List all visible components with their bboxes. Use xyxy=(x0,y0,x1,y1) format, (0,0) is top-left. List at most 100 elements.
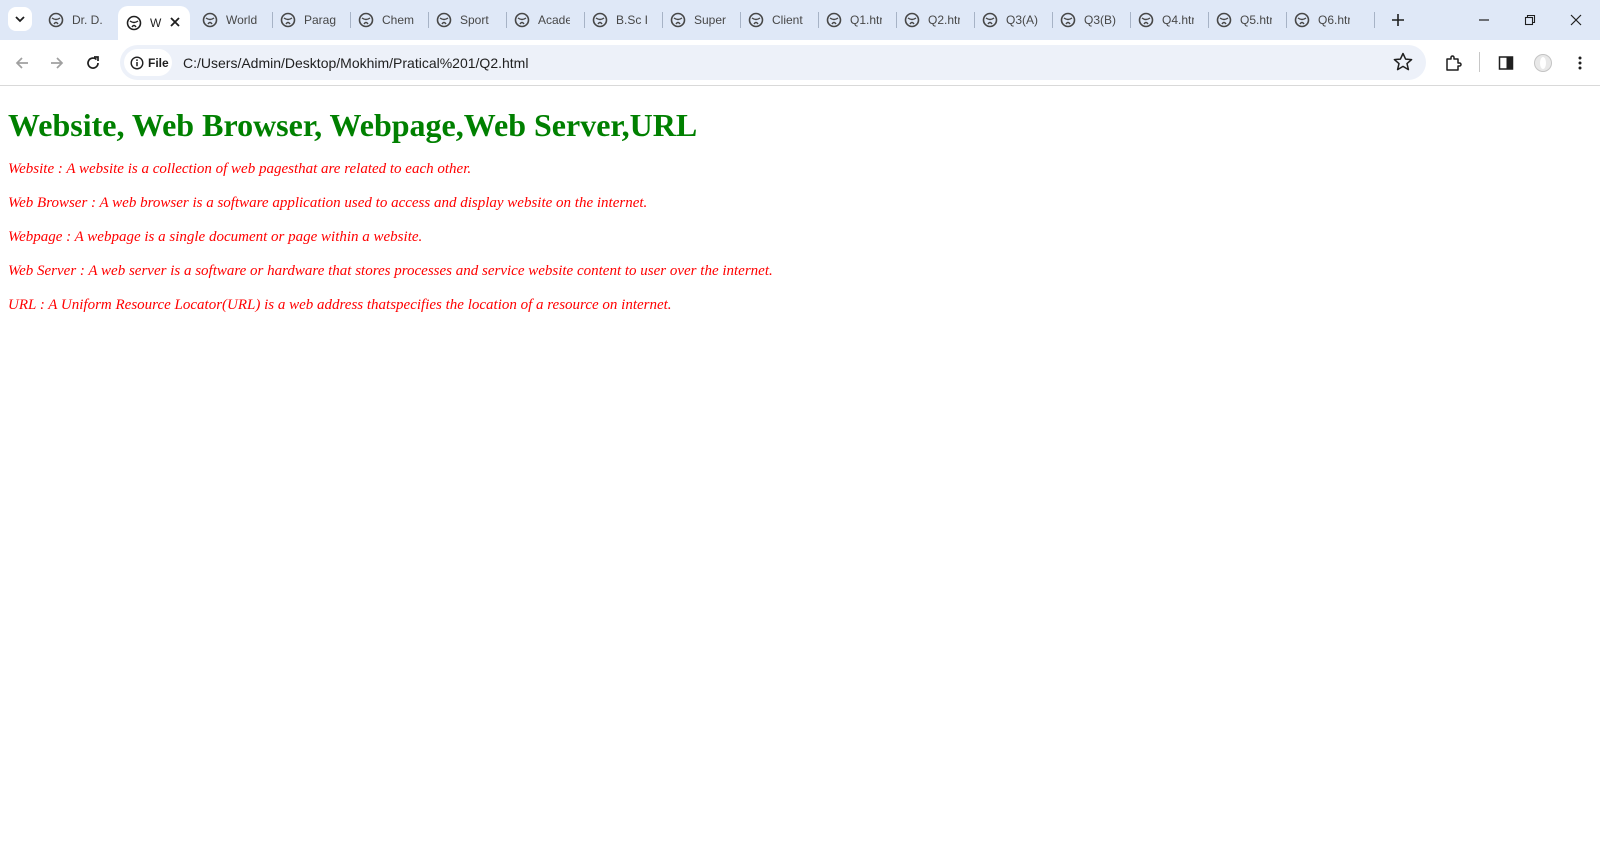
tab-title: B.Sc I xyxy=(616,13,648,27)
profile-button[interactable] xyxy=(1531,51,1555,75)
bookmark-star-icon[interactable] xyxy=(1392,51,1414,73)
tab-separator xyxy=(896,12,897,28)
tab-bsc[interactable]: B.Sc I xyxy=(586,8,658,32)
minimize-button[interactable] xyxy=(1472,8,1496,32)
definition-web-browser: Web Browser : A web browser is a softwar… xyxy=(8,195,648,211)
menu-button[interactable] xyxy=(1568,51,1592,75)
globe-icon xyxy=(280,12,296,28)
tab-separator xyxy=(662,12,663,28)
more-vertical-icon xyxy=(1578,56,1582,70)
tab-search-button[interactable] xyxy=(8,7,32,31)
side-panel-button[interactable] xyxy=(1494,51,1518,75)
minimize-icon xyxy=(1479,19,1489,21)
tab-world[interactable]: World xyxy=(196,8,268,32)
page-content: Website, Web Browser, Webpage,Web Server… xyxy=(8,86,1588,330)
tab-separator xyxy=(350,12,351,28)
toolbar-divider xyxy=(1479,52,1480,72)
reload-button[interactable] xyxy=(81,51,105,75)
tab-separator xyxy=(428,12,429,28)
globe-icon xyxy=(982,12,998,28)
tab-title: Client xyxy=(772,13,803,27)
globe-icon xyxy=(748,12,764,28)
globe-icon xyxy=(436,12,452,28)
tab-title: Q4.htr xyxy=(1162,13,1194,27)
puzzle-icon xyxy=(1446,55,1462,71)
tab-title: Q6.htr xyxy=(1318,13,1350,27)
forward-button[interactable] xyxy=(45,51,69,75)
tab-parag[interactable]: Parag xyxy=(274,8,346,32)
tab-separator xyxy=(818,12,819,28)
extensions-button[interactable] xyxy=(1441,51,1465,75)
tab-title: World xyxy=(226,13,258,27)
new-tab-button[interactable] xyxy=(1386,8,1410,32)
tab-title: Q5.htr xyxy=(1240,13,1272,27)
tab-acade[interactable]: Acade xyxy=(508,8,580,32)
close-icon[interactable] xyxy=(168,15,182,29)
tab-q3a[interactable]: Q3(A) xyxy=(976,8,1048,32)
globe-icon xyxy=(592,12,608,28)
tab-active[interactable]: W xyxy=(118,6,190,40)
tab-title: Q1.htr xyxy=(850,13,882,27)
side-panel-icon xyxy=(1498,56,1514,70)
forward-arrow-icon xyxy=(51,57,64,69)
tab-separator xyxy=(1130,12,1131,28)
tab-q6[interactable]: Q6.htr xyxy=(1288,8,1360,32)
tab-q4[interactable]: Q4.htr xyxy=(1132,8,1204,32)
tab-client[interactable]: Client xyxy=(742,8,814,32)
tab-strip: Dr. D. W World Parag Chem Sport Acade B.… xyxy=(0,0,1600,40)
tab-separator xyxy=(584,12,585,28)
tab-q3b[interactable]: Q3(B) xyxy=(1054,8,1126,32)
globe-icon xyxy=(1216,12,1232,28)
tab-chem[interactable]: Chem xyxy=(352,8,424,32)
tab-title: Dr. D. xyxy=(72,13,103,27)
globe-icon xyxy=(1060,12,1076,28)
definition-web-server: Web Server : A web server is a software … xyxy=(8,263,773,279)
globe-icon xyxy=(670,12,686,28)
site-info-label: File xyxy=(148,55,169,70)
globe-icon xyxy=(202,12,218,28)
close-icon xyxy=(1570,14,1582,26)
info-icon xyxy=(130,55,144,70)
restore-button[interactable] xyxy=(1518,8,1542,32)
tab-separator xyxy=(740,12,741,28)
tab-q1[interactable]: Q1.htr xyxy=(820,8,892,32)
tab-super[interactable]: Super xyxy=(664,8,736,32)
tab-title: Q3(A) xyxy=(1006,13,1038,27)
globe-icon xyxy=(904,12,920,28)
browser-toolbar: File C:/Users/Admin/Desktop/Mokhim/Prati… xyxy=(0,40,1600,86)
tab-dr[interactable]: Dr. D. xyxy=(42,8,114,32)
restore-icon xyxy=(1524,14,1536,26)
globe-icon xyxy=(1294,12,1310,28)
tab-separator xyxy=(1052,12,1053,28)
tab-title: Chem xyxy=(382,13,414,27)
definitions-list: Website : A website is a collection of w… xyxy=(8,160,1588,330)
globe-icon xyxy=(48,12,64,28)
address-bar[interactable]: File C:/Users/Admin/Desktop/Mokhim/Prati… xyxy=(120,45,1426,80)
definition-webpage: Webpage : A webpage is a single document… xyxy=(8,229,423,245)
tab-title: Sport xyxy=(460,13,489,27)
tab-sport[interactable]: Sport xyxy=(430,8,502,32)
definition-website: Website : A website is a collection of w… xyxy=(8,161,472,177)
avatar-icon xyxy=(1534,54,1552,72)
tab-separator xyxy=(1208,12,1209,28)
tab-q5[interactable]: Q5.htr xyxy=(1210,8,1282,32)
tab-title: Q2.htr xyxy=(928,13,960,27)
close-window-button[interactable] xyxy=(1564,8,1588,32)
back-button[interactable] xyxy=(10,51,34,75)
tab-separator xyxy=(974,12,975,28)
tab-title: W xyxy=(150,16,162,30)
tab-q2[interactable]: Q2.htr xyxy=(898,8,970,32)
url-text[interactable]: C:/Users/Admin/Desktop/Mokhim/Pratical%2… xyxy=(183,55,528,71)
tab-title: Super xyxy=(694,13,726,27)
globe-icon xyxy=(826,12,842,28)
site-info-chip[interactable]: File xyxy=(124,49,172,76)
globe-icon xyxy=(126,15,142,31)
globe-icon xyxy=(1138,12,1154,28)
chevron-down-icon xyxy=(15,16,25,23)
definition-url: URL : A Uniform Resource Locator(URL) is… xyxy=(8,297,672,313)
globe-icon xyxy=(514,12,530,28)
tab-title: Acade xyxy=(538,13,570,27)
tab-separator xyxy=(1374,12,1375,28)
tab-separator xyxy=(272,12,273,28)
globe-icon xyxy=(358,12,374,28)
